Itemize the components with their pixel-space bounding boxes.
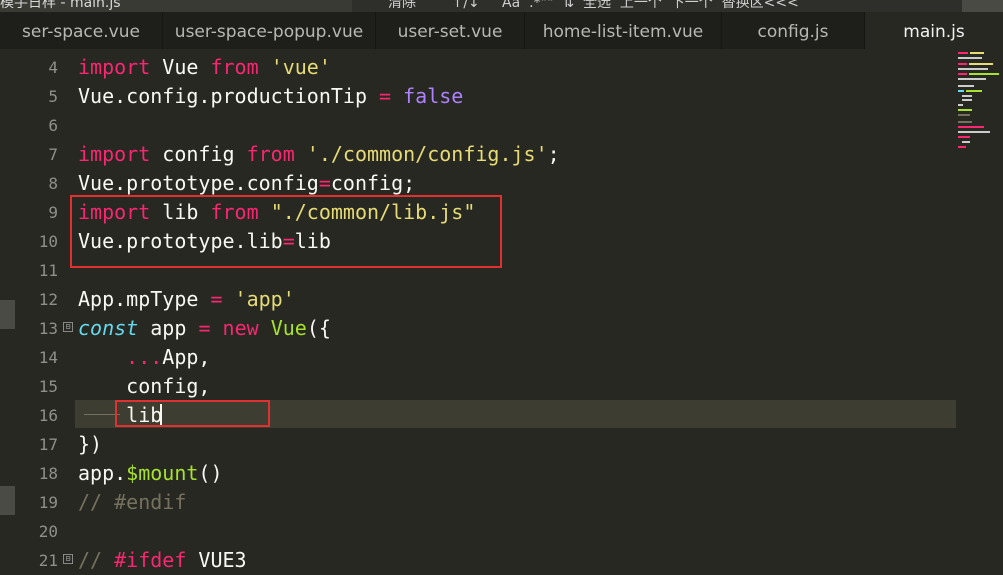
highlight-box-lib	[115, 400, 270, 427]
minimap-line	[958, 126, 984, 128]
minimap-line	[962, 141, 970, 143]
code-line-8[interactable]: Vue.prototype.config=config;	[78, 169, 415, 198]
code-line-15[interactable]: config,	[78, 372, 210, 401]
minimap-line	[962, 95, 972, 97]
tab-home-list-item-vue[interactable]: home-list-item.vue	[525, 12, 722, 49]
minimap[interactable]	[956, 49, 1003, 574]
line-number: 15	[38, 377, 58, 396]
code-line-18[interactable]: app.$mount()	[78, 459, 223, 488]
line-number-gutter: 4 5 6 7 8 9 10 11 12 13 14 15 16 17 18 1…	[0, 49, 73, 574]
minimap-line	[970, 52, 984, 54]
line-number: 16	[38, 406, 58, 425]
line-number: 10	[38, 232, 58, 251]
minimap-line	[958, 68, 988, 70]
code-line-7[interactable]: import config from './common/config.js';	[78, 140, 560, 169]
code-line-5[interactable]: Vue.config.productionTip = false	[78, 82, 463, 111]
minimap-line	[958, 85, 974, 87]
minimap-line	[958, 109, 972, 111]
minimap-line	[958, 63, 967, 65]
minimap-line	[958, 121, 972, 123]
window-breadcrumb: 模手日样 - main.js	[0, 0, 121, 11]
minimap-line	[958, 90, 964, 92]
minimap-line	[958, 104, 963, 106]
line-number: 11	[38, 261, 58, 280]
find-bar-controls[interactable]: 清除 ↑/↓ Aa .*"" ⇅ 全选 上一个 下一个 替换区<<<	[388, 0, 799, 12]
line-number: 4	[48, 58, 58, 77]
line-number: 21	[38, 551, 58, 570]
tab-config-js[interactable]: config.js	[722, 12, 865, 49]
line-number: 20	[38, 522, 58, 541]
minimap-line	[958, 146, 966, 148]
line-number: 13	[38, 319, 58, 338]
code-line-19[interactable]: // #endif	[78, 488, 186, 517]
find-bar[interactable]: 清除 ↑/↓ Aa .*"" ⇅ 全选 上一个 下一个 替换区<<< ×	[352, 0, 964, 12]
tab-ser-space-vue[interactable]: ser-space.vue	[0, 12, 163, 49]
code-line-17[interactable]: })	[78, 430, 102, 459]
tab-user-space-popup-vue[interactable]: user-space-popup.vue	[163, 12, 376, 49]
line-number: 8	[48, 174, 58, 193]
line-number: 19	[38, 493, 58, 512]
line-number: 9	[48, 203, 58, 222]
line-number: 7	[48, 145, 58, 164]
tab-user-set-vue[interactable]: user-set.vue	[376, 12, 525, 49]
minimap-line	[958, 73, 967, 75]
line-number: 18	[38, 464, 58, 483]
minimap-line	[969, 63, 993, 65]
line-number: 14	[38, 348, 58, 367]
minimap-line	[966, 90, 982, 92]
minimap-line	[958, 57, 982, 59]
tab-main-js[interactable]: main.js	[865, 12, 1003, 49]
panel-toggle-button[interactable]	[962, 0, 1003, 12]
highlight-box-import-lib	[70, 195, 502, 268]
code-line-12[interactable]: App.mpType = 'app'	[78, 285, 295, 314]
fold-toggle-icon[interactable]: ⊟	[63, 322, 73, 332]
top-toolbar-strip: 模手日样 - main.js 清除 ↑/↓ Aa .*"" ⇅ 全选 上一个 下…	[0, 0, 1003, 12]
minimap-line	[958, 131, 990, 133]
minimap-line	[958, 114, 970, 116]
line-number: 6	[48, 116, 58, 135]
minimap-line	[962, 99, 972, 101]
minimap-line	[958, 136, 970, 138]
minimap-line	[958, 78, 986, 80]
fold-toggle-icon[interactable]: ⊟	[63, 554, 73, 564]
line-number: 5	[48, 87, 58, 106]
code-line-13[interactable]: const app = new Vue({	[78, 314, 331, 343]
minimap-line	[958, 52, 968, 54]
code-line-14[interactable]: ...App,	[78, 343, 210, 372]
line-number: 17	[38, 435, 58, 454]
code-line-4[interactable]: import Vue from 'vue'	[78, 53, 331, 82]
line-number: 12	[38, 290, 58, 309]
tab-bar: ser-space.vue user-space-popup.vue user-…	[0, 12, 1003, 49]
minimap-line	[969, 73, 999, 75]
code-line-21[interactable]: // #ifdef VUE3	[78, 546, 247, 575]
